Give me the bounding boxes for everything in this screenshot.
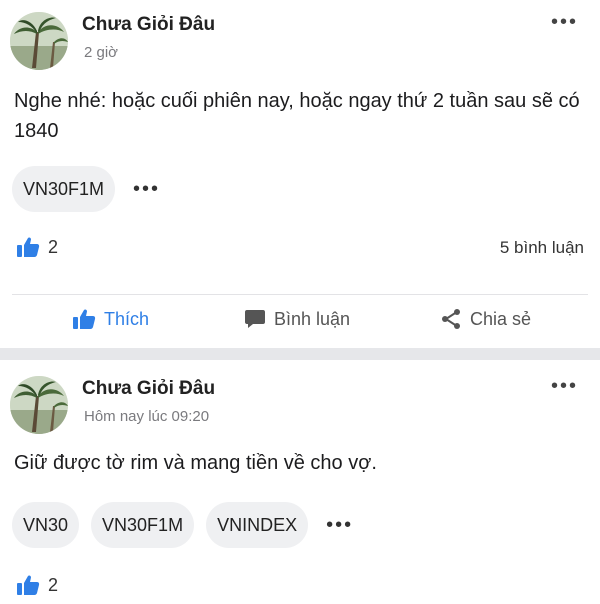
post-card: Chưa Giỏi Đâu 2 giờ ••• Nghe nhé: hoặc c… <box>0 0 600 348</box>
avatar[interactable] <box>10 376 68 434</box>
comment-icon <box>245 310 265 328</box>
comment-button-label: Bình luận <box>274 308 351 329</box>
more-options-icon[interactable]: ••• <box>551 376 578 396</box>
comment-button[interactable]: Bình luận <box>244 308 350 330</box>
tag-chip[interactable]: VN30F1M <box>91 502 195 548</box>
thumbs-up-icon <box>17 575 40 595</box>
like-button[interactable]: Thích <box>72 308 149 330</box>
share-icon <box>442 309 460 329</box>
avatar[interactable] <box>10 12 68 70</box>
like-button-label: Thích <box>104 308 150 329</box>
share-button-label: Chia sẻ <box>470 308 532 329</box>
more-options-icon[interactable]: ••• <box>551 12 578 32</box>
post-time: Hôm nay lúc 09:20 <box>84 408 210 425</box>
post-separator <box>0 348 600 360</box>
tag-list: VN30F1M ••• <box>12 166 166 212</box>
post-time: 2 giờ <box>84 44 119 61</box>
divider <box>12 294 588 295</box>
more-tags-icon[interactable]: ••• <box>320 514 359 537</box>
thumbs-up-icon <box>17 237 40 257</box>
comment-count[interactable]: 5 bình luận <box>500 238 584 258</box>
more-tags-icon[interactable]: ••• <box>127 178 166 201</box>
tag-chip[interactable]: VN30 <box>12 502 80 548</box>
post-text: Giữ được tờ rim và mang tiền về cho vợ. <box>14 452 377 474</box>
like-count: 2 <box>48 236 59 257</box>
tag-list: VN30 VN30F1M VNINDEX ••• <box>12 502 359 548</box>
action-bar: Thích Bình luận Chia sẻ <box>0 308 600 340</box>
thumbs-up-icon <box>73 309 96 329</box>
like-count: 2 <box>48 574 59 595</box>
like-summary[interactable]: 2 <box>16 574 58 596</box>
author-name[interactable]: Chưa Giỏi Đâu <box>82 378 215 400</box>
share-button[interactable]: Chia sẻ <box>440 308 531 330</box>
tag-chip[interactable]: VNINDEX <box>206 502 309 548</box>
post-stats: 2 5 bình luận <box>12 236 584 266</box>
post-text: Nghe nhé: hoặc cuối phiên nay, hoặc ngay… <box>14 90 580 142</box>
tag-chip[interactable]: VN30F1M <box>12 166 116 212</box>
author-name[interactable]: Chưa Giỏi Đâu <box>82 14 215 36</box>
like-summary[interactable]: 2 <box>16 236 58 258</box>
post-card: Chưa Giỏi Đâu Hôm nay lúc 09:20 ••• Giữ … <box>0 360 600 600</box>
